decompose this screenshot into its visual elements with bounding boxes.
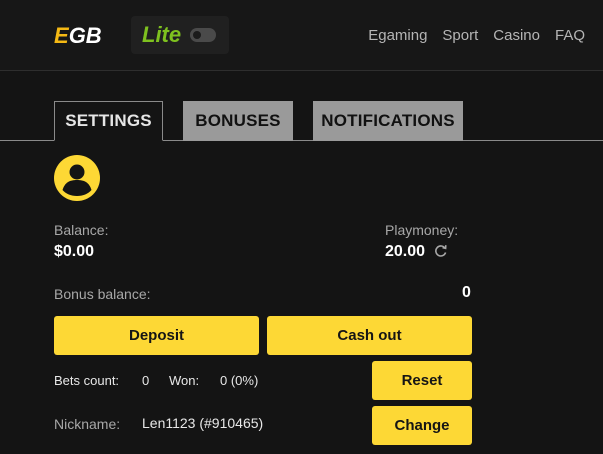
nickname-value: Len1123 (#910465)	[142, 415, 264, 431]
nav-casino-link[interactable]: Casino	[493, 27, 540, 44]
tab-notifications[interactable]: NOTIFICATIONS	[313, 101, 463, 141]
won-label: Won:	[169, 373, 200, 388]
bonus-balance-label: Bonus balance:	[54, 286, 151, 302]
top-header: E GB Lite Egaming Sport Casino FAQ	[0, 0, 603, 71]
logo-letter-e: E	[54, 23, 69, 48]
bonus-balance-value: 0	[462, 284, 471, 301]
balance-value: $0.00	[54, 243, 95, 260]
balance-label: Balance:	[54, 222, 109, 238]
main-nav: Egaming Sport Casino FAQ	[368, 27, 585, 44]
lite-label: Lite	[142, 22, 182, 47]
logo-letters-gb: GB	[68, 23, 102, 48]
reset-button[interactable]: Reset	[372, 361, 472, 400]
playmoney-label: Playmoney:	[385, 222, 459, 238]
change-nickname-button[interactable]: Change	[372, 406, 472, 445]
tab-bonuses[interactable]: BONUSES	[183, 101, 293, 141]
bets-count-label: Bets count:	[54, 373, 120, 388]
nickname-label: Nickname:	[54, 416, 121, 432]
tab-settings[interactable]: SETTINGS	[54, 101, 163, 141]
bets-count-value: 0	[142, 373, 150, 388]
cashout-button[interactable]: Cash out	[267, 316, 472, 355]
nav-egaming-link[interactable]: Egaming	[368, 27, 427, 44]
won-value: 0 (0%)	[220, 373, 259, 388]
refresh-icon[interactable]	[434, 244, 448, 258]
playmoney-value: 20.00	[385, 243, 426, 260]
user-avatar-icon	[54, 155, 100, 201]
toggle-knob	[193, 31, 202, 39]
nav-sport-link[interactable]: Sport	[442, 27, 478, 44]
deposit-button[interactable]: Deposit	[54, 316, 259, 355]
lite-toggle[interactable]	[190, 28, 217, 42]
lite-mode-switch[interactable]: Lite	[131, 16, 229, 54]
nav-faq-link[interactable]: FAQ	[555, 27, 585, 44]
egb-logo[interactable]: E GB	[54, 23, 102, 48]
